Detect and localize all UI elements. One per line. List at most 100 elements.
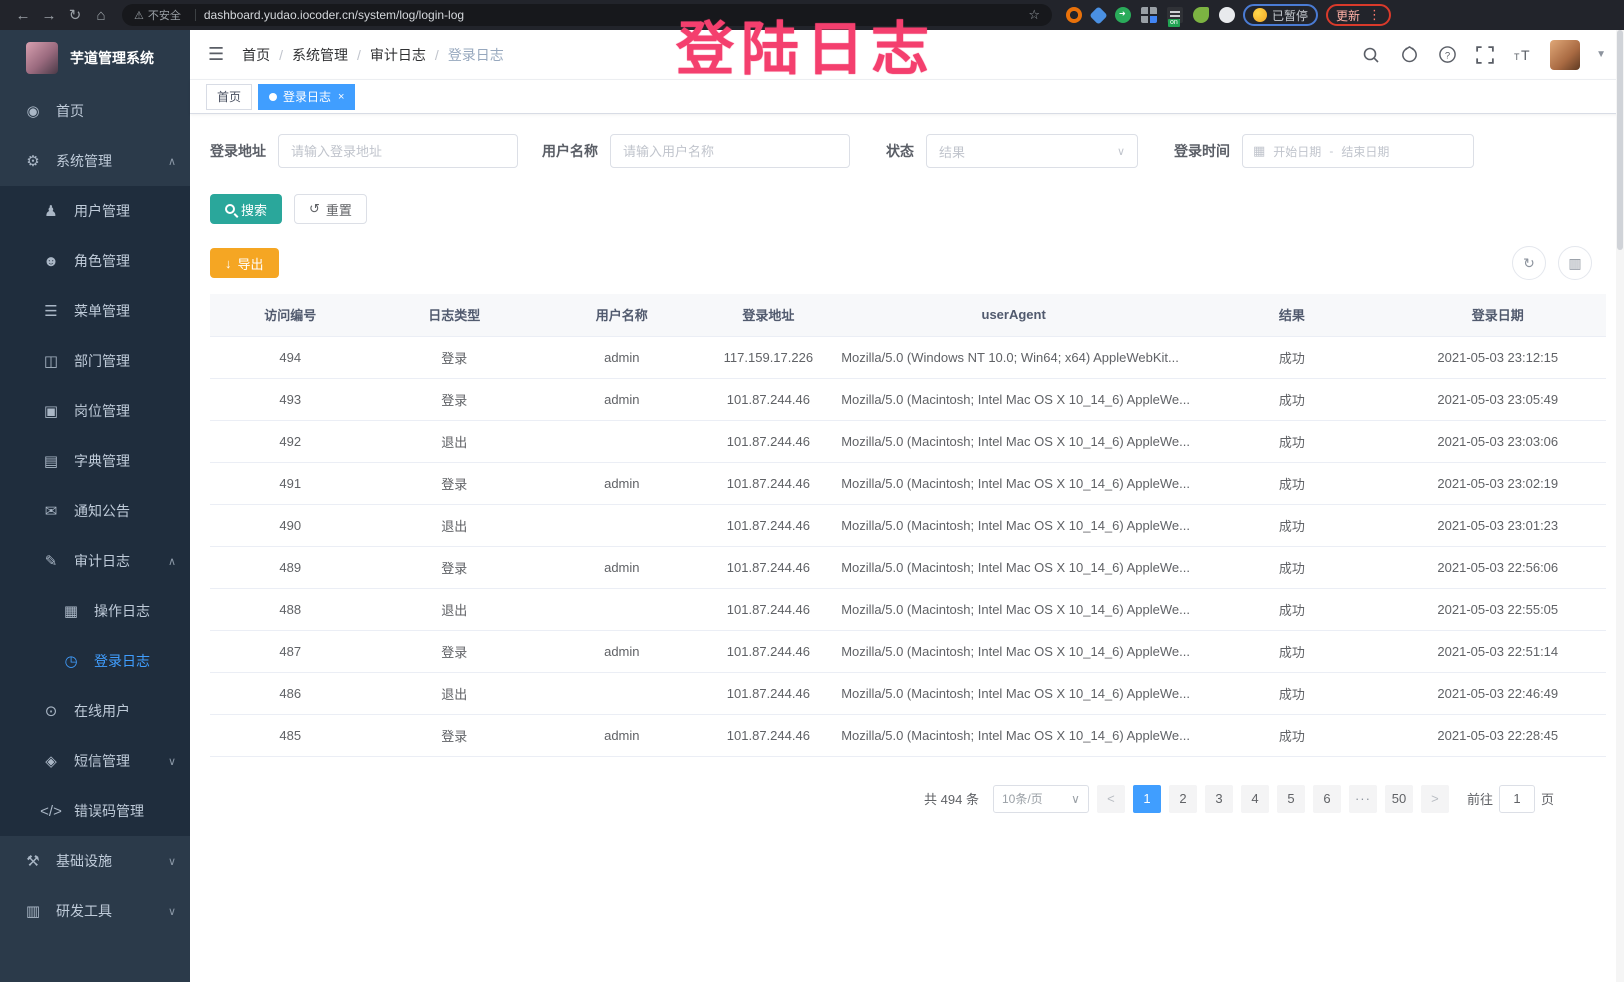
sidebar-item-menu-management[interactable]: ☰ 菜单管理 <box>0 286 190 336</box>
pagination-page-ellipsis[interactable]: ··· <box>1349 785 1377 813</box>
pagination-page-1[interactable]: 1 <box>1133 785 1161 813</box>
sidebar-item-login-log[interactable]: ◷ 登录日志 <box>0 636 190 686</box>
bookmark-star-icon[interactable]: ☆ <box>1028 7 1040 23</box>
browser-reload-button[interactable]: ↻ <box>62 6 88 24</box>
sidebar-item-audit-log[interactable]: ✎ 审计日志 ∧ <box>0 536 190 586</box>
github-icon[interactable] <box>1398 44 1420 66</box>
sidebar-item-rd-tools[interactable]: ▥ 研发工具 ∨ <box>0 886 190 936</box>
extension-gem-icon[interactable] <box>1089 6 1107 24</box>
table-row[interactable]: 490 退出 101.87.244.46 Mozilla/5.0 (Macint… <box>210 504 1606 546</box>
audit-log-icon: ✎ <box>40 552 62 570</box>
goto-label: 前往 <box>1467 789 1493 808</box>
sidebar-item-infrastructure[interactable]: ⚒ 基础设施 ∨ <box>0 836 190 886</box>
column-settings-button[interactable]: ▥ <box>1558 246 1592 280</box>
sidebar-item-dictionary-management[interactable]: ▤ 字典管理 <box>0 436 190 486</box>
table-row[interactable]: 488 退出 101.87.244.46 Mozilla/5.0 (Macint… <box>210 588 1606 630</box>
pagination-page-4[interactable]: 4 <box>1241 785 1269 813</box>
user-avatar[interactable] <box>1550 40 1580 70</box>
next-page-button[interactable]: > <box>1421 785 1449 813</box>
pagination-page-50[interactable]: 50 <box>1385 785 1413 813</box>
col-access-id: 访问编号 <box>210 294 371 336</box>
sidebar-item-department-management[interactable]: ◫ 部门管理 <box>0 336 190 386</box>
sidebar-item-user-management[interactable]: ♟ 用户管理 <box>0 186 190 236</box>
tab-close-icon[interactable]: × <box>338 91 344 103</box>
browser-forward-button[interactable]: → <box>36 7 62 24</box>
goto-suffix: 页 <box>1541 789 1554 808</box>
sidebar-item-online-users[interactable]: ⊙ 在线用户 <box>0 686 190 736</box>
menu-item-label: 错误码管理 <box>74 801 176 821</box>
cell-log-type: 退出 <box>371 588 539 630</box>
sidebar-item-position-management[interactable]: ▣ 岗位管理 <box>0 386 190 436</box>
table-row[interactable]: 492 退出 101.87.244.46 Mozilla/5.0 (Macint… <box>210 420 1606 462</box>
search-button[interactable]: 搜索 <box>210 194 282 224</box>
announcement-icon: ✉ <box>40 502 62 520</box>
extension-green-icon[interactable] <box>1115 7 1131 23</box>
cell-result: 成功 <box>1194 420 1389 462</box>
tools-icon: ▥ <box>22 902 44 920</box>
pagination-page-6[interactable]: 6 <box>1313 785 1341 813</box>
tab-home[interactable]: 首页 <box>206 84 252 110</box>
font-size-icon[interactable]: TT <box>1512 44 1534 66</box>
browser-menu-icon[interactable]: ⋮ <box>1368 7 1381 23</box>
breadcrumb-system[interactable]: 系统管理 <box>292 45 348 65</box>
sidebar-item-error-code-management[interactable]: </> 错误码管理 <box>0 786 190 836</box>
table-row[interactable]: 485 登录 admin 101.87.244.46 Mozilla/5.0 (… <box>210 714 1606 756</box>
not-secure-warning[interactable]: ⚠ 不安全 <box>134 7 181 23</box>
sidebar-item-home[interactable]: ◉ 首页 <box>0 86 190 136</box>
table-row[interactable]: 487 登录 admin 101.87.244.46 Mozilla/5.0 (… <box>210 630 1606 672</box>
status-label: 状态 <box>886 141 914 161</box>
dashboard-icon: ◉ <box>22 102 44 120</box>
sidebar-item-sms-management[interactable]: ◈ 短信管理 ∨ <box>0 736 190 786</box>
search-icon[interactable] <box>1360 44 1382 66</box>
cell-access-id: 493 <box>210 378 371 420</box>
sidebar-item-role-management[interactable]: ☻ 角色管理 <box>0 236 190 286</box>
pagination-page-3[interactable]: 3 <box>1205 785 1233 813</box>
table-row[interactable]: 491 登录 admin 101.87.244.46 Mozilla/5.0 (… <box>210 462 1606 504</box>
browser-update-button[interactable]: 更新 ⋮ <box>1326 4 1391 26</box>
chevron-down-icon: ∨ <box>1071 792 1080 806</box>
app-logo[interactable]: 芋道管理系统 <box>0 30 190 86</box>
page-size-select[interactable]: 10条/页 ∨ <box>993 785 1089 813</box>
extensions-puzzle-icon[interactable] <box>1219 7 1235 23</box>
extension-leaf-icon[interactable] <box>1193 7 1209 23</box>
logo-avatar <box>26 42 58 74</box>
login-time-range-picker[interactable]: ▦ 开始日期 - 结束日期 <box>1242 134 1474 168</box>
refresh-button[interactable]: ↻ <box>1512 246 1546 280</box>
page-scrollbar[interactable] <box>1616 30 1624 982</box>
browser-home-button[interactable]: ⌂ <box>88 7 114 24</box>
cell-user-agent: Mozilla/5.0 (Macintosh; Intel Mac OS X 1… <box>831 504 1194 546</box>
extension-orange-icon[interactable] <box>1066 7 1082 23</box>
avatar-caret-down-icon[interactable]: ▼ <box>1596 49 1606 60</box>
table-row[interactable]: 489 登录 admin 101.87.244.46 Mozilla/5.0 (… <box>210 546 1606 588</box>
dictionary-icon: ▤ <box>40 452 62 470</box>
login-address-input[interactable] <box>278 134 518 168</box>
sidebar-item-operation-log[interactable]: ▦ 操作日志 <box>0 586 190 636</box>
fullscreen-icon[interactable] <box>1474 44 1496 66</box>
status-select[interactable]: 结果 ∨ <box>926 134 1138 168</box>
sidebar-toggle-icon[interactable]: ☰ <box>208 44 224 65</box>
table-row[interactable]: 494 登录 admin 117.159.17.226 Mozilla/5.0 … <box>210 336 1606 378</box>
breadcrumb-audit-log[interactable]: 审计日志 <box>370 45 426 65</box>
username-input[interactable] <box>610 134 850 168</box>
profile-paused-badge[interactable]: 已暂停 <box>1243 4 1318 26</box>
address-bar[interactable]: ⚠ 不安全 dashboard.yudao.iocoder.cn/system/… <box>122 4 1052 26</box>
cell-result: 成功 <box>1194 336 1389 378</box>
pagination-page-2[interactable]: 2 <box>1169 785 1197 813</box>
cell-username: admin <box>538 462 706 504</box>
tab-login-log[interactable]: 登录日志 × <box>258 84 355 110</box>
prev-page-button[interactable]: < <box>1097 785 1125 813</box>
reset-button[interactable]: ↺ 重置 <box>294 194 367 224</box>
export-button[interactable]: ↓ 导出 <box>210 248 279 278</box>
browser-back-button[interactable]: ← <box>10 7 36 24</box>
sidebar-item-system-management[interactable]: ⚙ 系统管理 ∧ <box>0 136 190 186</box>
extension-grid-icon[interactable] <box>1141 7 1157 23</box>
table-row[interactable]: 486 退出 101.87.244.46 Mozilla/5.0 (Macint… <box>210 672 1606 714</box>
breadcrumb-home[interactable]: 首页 <box>242 45 270 65</box>
goto-page-input[interactable] <box>1499 785 1535 813</box>
cell-access-id: 487 <box>210 630 371 672</box>
help-question-icon[interactable]: ? <box>1436 44 1458 66</box>
sidebar-item-notice-announcement[interactable]: ✉ 通知公告 <box>0 486 190 536</box>
pagination-page-5[interactable]: 5 <box>1277 785 1305 813</box>
table-row[interactable]: 493 登录 admin 101.87.244.46 Mozilla/5.0 (… <box>210 378 1606 420</box>
extension-list-icon[interactable]: on <box>1167 7 1183 23</box>
